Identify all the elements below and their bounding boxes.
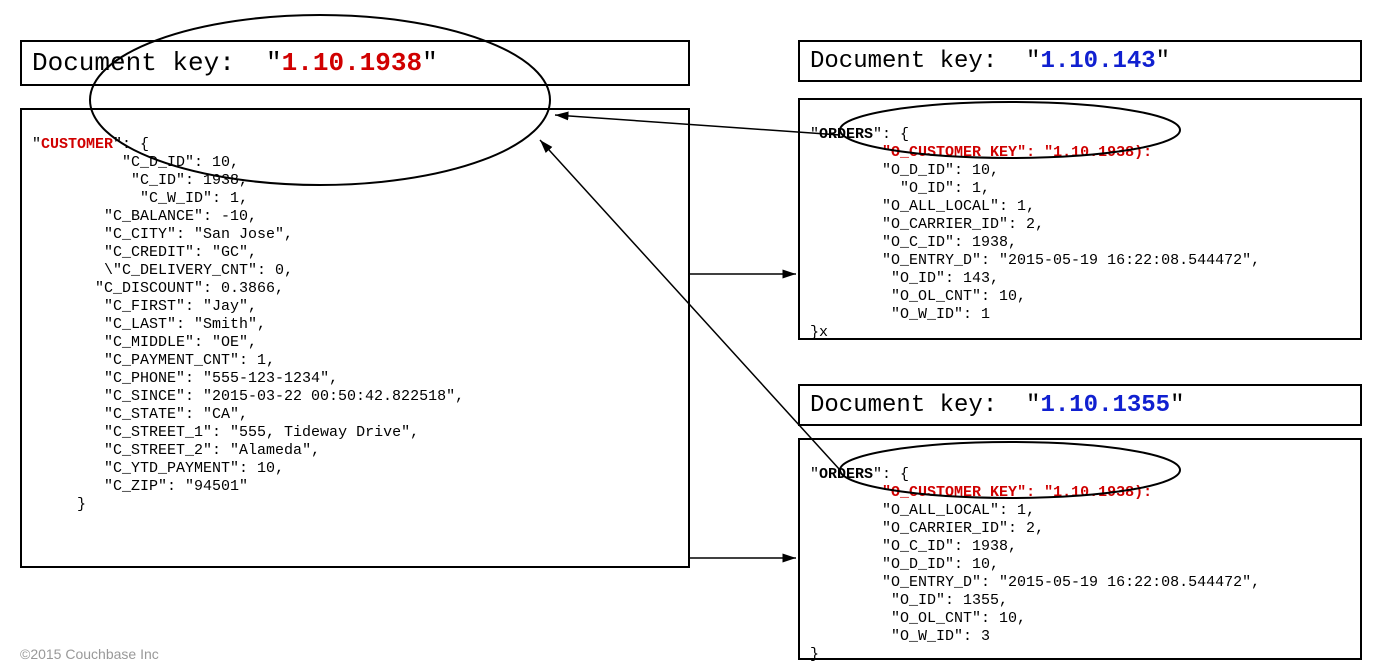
order2-trailer: } (810, 646, 819, 663)
c-street-2: Alameda (239, 442, 302, 459)
c-street-1: 555, Tideway Drive (239, 424, 401, 441)
o2-carrier-id: 2 (1026, 520, 1035, 537)
customer-section-name: CUSTOMER (41, 136, 113, 153)
o1-ol-cnt: 10 (999, 288, 1017, 305)
o2-ol-cnt: 10 (999, 610, 1017, 627)
o1-w-id: 1 (981, 306, 990, 323)
order2-fk-line: "O_CUSTOMER_KEY": "1.10.1938): (882, 484, 1152, 501)
c-w-id: 1 (230, 190, 239, 207)
customer-key-header: Document key: "1.10.1938" (20, 40, 690, 86)
customer-document: "CUSTOMER": { "C_D_ID": 10, "C_ID": 1938… (20, 108, 690, 568)
c-state: CA (212, 406, 230, 423)
c-since: 2015-03-22 00:50:42.822518 (212, 388, 446, 405)
c-credit: GC (221, 244, 239, 261)
o1-id-inner: 1 (972, 180, 981, 197)
c-discount: 0.3866 (221, 280, 275, 297)
o1-all-local: 1 (1017, 198, 1026, 215)
order1-trailer: }x (810, 324, 828, 341)
o2-c-id: 1938 (972, 538, 1008, 555)
order2-document: "ORDERS": { "O_CUSTOMER_KEY": "1.10.1938… (798, 438, 1362, 660)
c-delivery-cnt: 0 (275, 262, 284, 279)
order1-document: "ORDERS": { "O_CUSTOMER_KEY": "1.10.1938… (798, 98, 1362, 340)
order2-key-header: Document key: "1.10.1355" (798, 384, 1362, 426)
c-d-id: 10 (212, 154, 230, 171)
order1-key-header: Document key: "1.10.143" (798, 40, 1362, 82)
order1-fk-line: "O_CUSTOMER_KEY": "1.10.1938): (882, 144, 1152, 161)
o1-d-id: 10 (972, 162, 990, 179)
order1-key-value: 1.10.143 (1040, 48, 1155, 75)
o1-c-id: 1938 (972, 234, 1008, 251)
c-first: Jay (212, 298, 239, 315)
c-balance: -10 (221, 208, 248, 225)
c-payment-cnt: 1 (257, 352, 266, 369)
o1-id: 143 (963, 270, 990, 287)
o1-entry-d: 2015-05-19 16:22:08.544472 (1008, 252, 1242, 269)
customer-key-value: 1.10.1938 (282, 48, 422, 78)
order1-section-name: ORDERS (819, 126, 873, 143)
o2-entry-d: 2015-05-19 16:22:08.544472 (1008, 574, 1242, 591)
order2-key-label: Document key: (810, 392, 997, 419)
o2-d-id: 10 (972, 556, 990, 573)
c-phone: 555-123-1234 (212, 370, 320, 387)
customer-key-label: Document key: (32, 48, 235, 78)
c-middle: OE (221, 334, 239, 351)
order1-key-label: Document key: (810, 48, 997, 75)
o2-w-id: 3 (981, 628, 990, 645)
c-city: San Jose (203, 226, 275, 243)
c-zip: 94501 (194, 478, 239, 495)
o1-carrier-id: 2 (1026, 216, 1035, 233)
footer-copyright: ©2015 Couchbase Inc (20, 646, 159, 662)
c-ytd-payment: 10 (257, 460, 275, 477)
order2-key-value: 1.10.1355 (1040, 392, 1170, 419)
c-last: Smith (203, 316, 248, 333)
c-id: 1938 (203, 172, 239, 189)
o2-id: 1355 (963, 592, 999, 609)
o2-all-local: 1 (1017, 502, 1026, 519)
order2-section-name: ORDERS (819, 466, 873, 483)
